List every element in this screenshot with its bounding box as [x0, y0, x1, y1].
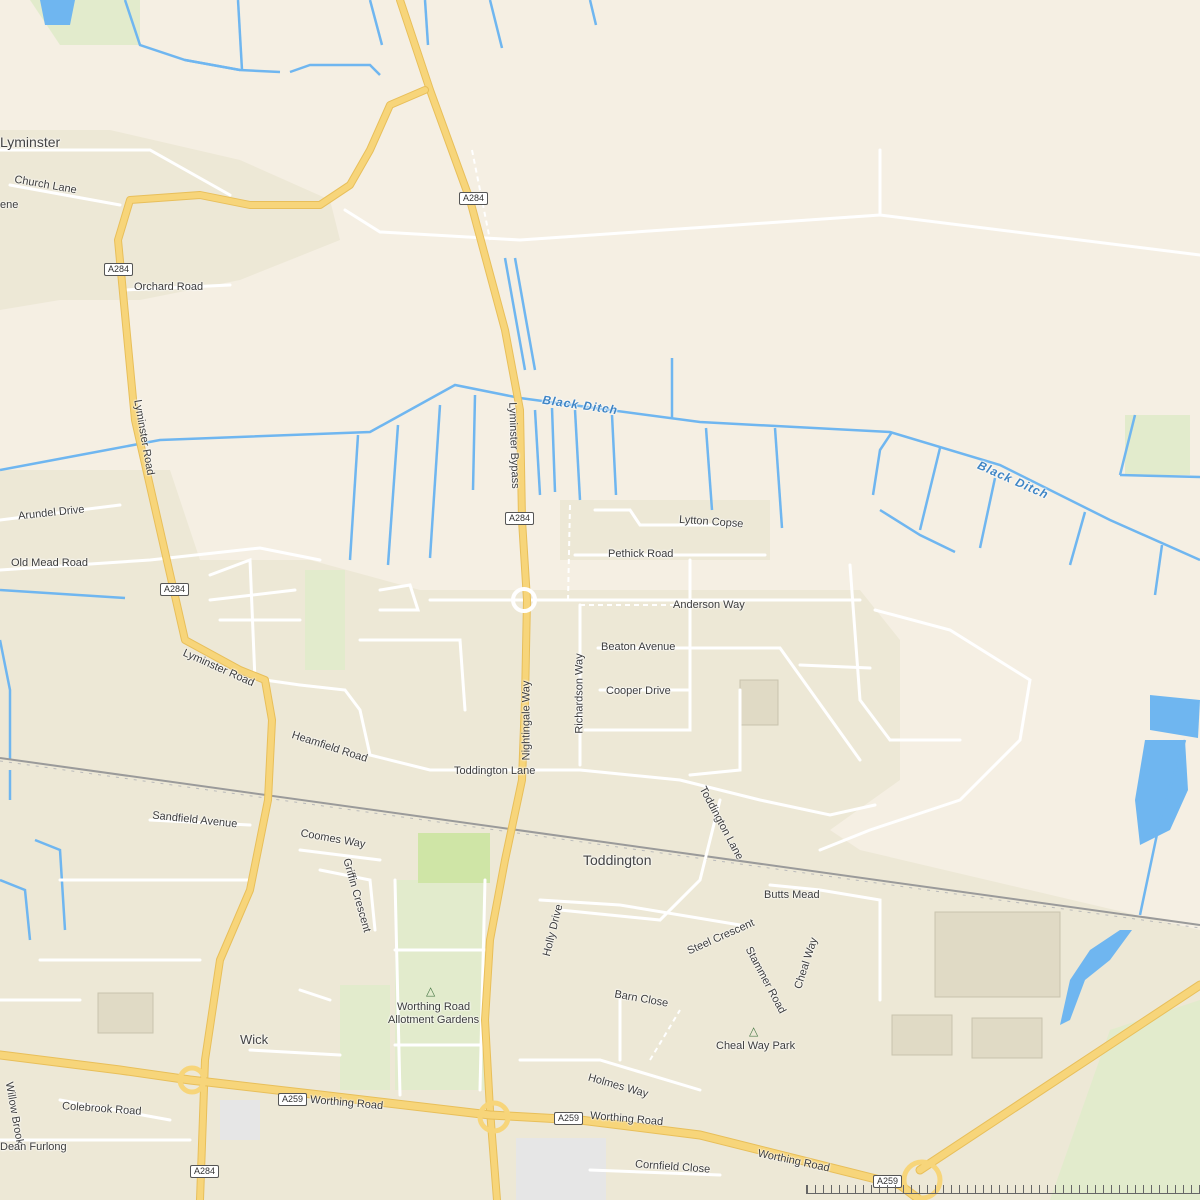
car-park [220, 1100, 260, 1140]
street-label: Dean Furlong [0, 1141, 67, 1153]
road-shield: A284 [160, 583, 190, 596]
street-label: Toddington Lane [454, 765, 536, 777]
building [971, 1017, 1043, 1059]
street-label: Beaton Avenue [601, 641, 676, 653]
place-label-toddington: Toddington [583, 852, 652, 868]
street-label: Old Mead Road [11, 557, 89, 569]
park-tree-icon[interactable]: △ [749, 1025, 758, 1037]
building [97, 992, 154, 1034]
building [934, 911, 1061, 998]
map-scale-bar [806, 1185, 1200, 1194]
map-graphics [0, 0, 1200, 1200]
park-tree-icon[interactable]: △ [426, 985, 435, 997]
street-label: ene [0, 199, 19, 211]
sports-field [418, 833, 490, 883]
street-label: Lyminster Bypass [506, 402, 522, 489]
road-shield: A284 [459, 192, 489, 205]
street-label: Richardson Way [573, 653, 586, 734]
building [739, 679, 779, 726]
street-label: Cooper Drive [606, 685, 671, 697]
place-label-wick: Wick [240, 1032, 269, 1047]
street-label: Butts Mead [764, 889, 820, 901]
road-shield: A284 [104, 263, 134, 276]
poi-label-allotments[interactable]: Worthing Road Allotment Gardens [388, 1001, 479, 1027]
street-label: Anderson Way [673, 599, 745, 611]
road-shield: A259 [278, 1093, 308, 1106]
street-label: Nightingale Way [520, 680, 533, 761]
street-label: Pethick Road [608, 548, 674, 560]
building [891, 1014, 953, 1056]
road-shield: A284 [505, 512, 535, 525]
street-label: Orchard Road [134, 281, 204, 293]
map-canvas[interactable]: Lyminster Toddington Wick Black Ditch Bl… [0, 0, 1200, 1200]
road-shield: A284 [190, 1165, 220, 1178]
road-shield: A259 [554, 1112, 584, 1125]
poi-label-cheal-way-park[interactable]: Cheal Way Park [716, 1041, 795, 1052]
place-label-lyminster: Lyminster [0, 134, 61, 150]
